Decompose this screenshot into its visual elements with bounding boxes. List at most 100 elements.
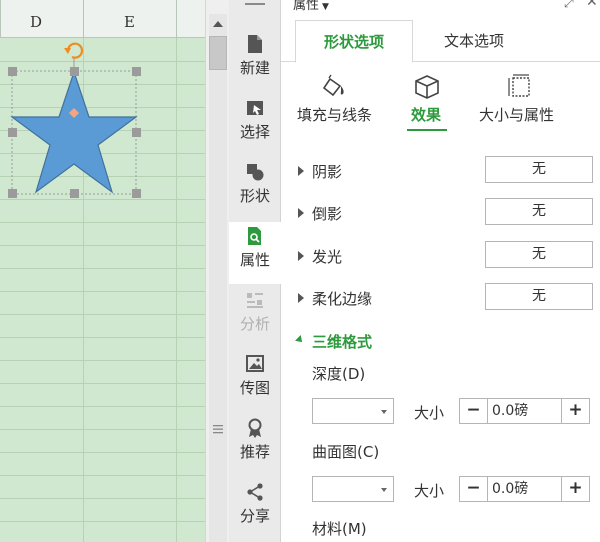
option-tabs: 形状选项 文本选项 <box>281 20 600 63</box>
tool-label: 属性 <box>239 251 270 269</box>
caret-down-icon: ▼ <box>322 2 329 12</box>
bevel-color-dropdown[interactable] <box>312 476 394 502</box>
resize-handle[interactable] <box>132 67 141 76</box>
spreadsheet-area[interactable]: D E <box>0 0 205 542</box>
resize-handle[interactable] <box>8 189 17 198</box>
tool-label: 传图 <box>239 379 270 397</box>
grid-line <box>0 291 205 292</box>
star-shape-selection[interactable] <box>0 38 205 218</box>
subtab-label: 大小与属性 <box>479 106 555 124</box>
effect-label: 阴影 <box>312 163 343 181</box>
tab-shape-options[interactable]: 形状选项 <box>295 20 413 63</box>
expand-arrow-icon[interactable] <box>298 251 304 261</box>
glow-select[interactable]: 无 <box>485 241 593 268</box>
resize-handle[interactable] <box>8 128 17 137</box>
splitter-grip-icon[interactable] <box>210 424 226 438</box>
tool-image[interactable]: 传图 <box>229 350 281 412</box>
effect-row-glow[interactable]: 发光 无 <box>281 241 600 271</box>
tool-new[interactable]: 新建 <box>229 30 281 92</box>
column-separator[interactable] <box>83 0 84 38</box>
tool-select[interactable]: 选择 <box>229 94 281 156</box>
tab-text-options[interactable]: 文本选项 <box>415 20 533 62</box>
expand-arrow-icon[interactable] <box>298 166 304 176</box>
share-icon <box>247 483 263 501</box>
subtab-fill-line[interactable]: 填充与线条 <box>291 62 381 132</box>
tool-label: 分析 <box>239 315 270 333</box>
depth-color-dropdown[interactable] <box>312 398 394 424</box>
increment-button[interactable]: + <box>561 477 589 501</box>
recommend-icon <box>248 418 262 438</box>
depth-size-input[interactable]: 0.0磅 <box>488 399 561 423</box>
grid-line <box>0 245 205 246</box>
bevel-label: 曲面图(C) <box>312 443 380 461</box>
pane-title: 属性 <box>293 0 320 13</box>
cube-icon <box>415 75 439 99</box>
collapse-arrow-icon[interactable] <box>295 335 305 345</box>
section-3d-format[interactable]: 三维格式 <box>281 328 600 352</box>
grid-line <box>0 521 205 522</box>
scroll-up-button[interactable] <box>209 14 227 34</box>
properties-pane: 属性 ▼ ⤢ ✕ 形状选项 文本选项 填充与线条 效果 大小与属性 阴影 无 倒… <box>281 0 600 542</box>
tool-recommend[interactable]: 推荐 <box>229 414 281 476</box>
effect-row-shadow[interactable]: 阴影 无 <box>281 156 600 186</box>
resize-handle[interactable] <box>132 128 141 137</box>
soft-edges-select[interactable]: 无 <box>485 283 593 310</box>
depth-controls: 大小 − 0.0磅 + <box>281 398 600 426</box>
resize-handle[interactable] <box>132 189 141 198</box>
grid-line <box>0 429 205 430</box>
subtab-size-property[interactable]: 大小与属性 <box>473 62 569 132</box>
app-window: D E 新建 选择 形状 属性 分析 传图 推荐 分享 属性 ▼ ⤢ ✕ 形状选… <box>0 0 600 542</box>
subtab-label: 效果 <box>411 106 442 124</box>
effect-row-soft-edges[interactable]: 柔化边缘 无 <box>281 283 600 313</box>
column-label-d[interactable]: D <box>30 13 42 31</box>
grid-line <box>0 498 205 499</box>
material-label: 材料(M) <box>312 520 367 538</box>
rotate-handle-icon[interactable] <box>64 42 84 59</box>
subtab-label: 填充与线条 <box>297 106 373 124</box>
bevel-size-input[interactable]: 0.0磅 <box>488 477 561 501</box>
column-label-e[interactable]: E <box>124 13 135 31</box>
tool-label: 推荐 <box>239 443 270 461</box>
caret-up-icon <box>213 21 223 27</box>
column-separator[interactable] <box>0 0 1 38</box>
scrollbar-thumb[interactable] <box>209 36 227 70</box>
resize-handle[interactable] <box>70 67 79 76</box>
pin-icon[interactable]: ⤢ <box>564 0 574 11</box>
size-label: 大小 <box>414 404 445 422</box>
active-subtab-indicator <box>407 129 447 131</box>
image-icon <box>246 355 264 372</box>
decrement-button[interactable]: − <box>460 399 488 423</box>
expand-arrow-icon[interactable] <box>298 293 304 303</box>
shadow-select[interactable]: 无 <box>485 156 593 183</box>
tool-property[interactable]: 属性 <box>229 222 281 284</box>
increment-button[interactable]: + <box>561 399 589 423</box>
vertical-scrollbar[interactable] <box>205 0 229 542</box>
grid-line <box>0 337 205 338</box>
reflection-select[interactable]: 无 <box>485 198 593 225</box>
expand-arrow-icon[interactable] <box>298 208 304 218</box>
analysis-icon <box>247 293 263 308</box>
scrollbar-track[interactable] <box>209 14 227 542</box>
decrement-button[interactable]: − <box>460 477 488 501</box>
size-label: 大小 <box>414 482 445 500</box>
grid-line <box>0 268 205 269</box>
resize-handle[interactable] <box>8 67 17 76</box>
tool-analysis[interactable]: 分析 <box>229 286 281 348</box>
tool-label: 形状 <box>239 187 270 205</box>
depth-size-stepper: − 0.0磅 + <box>459 398 590 424</box>
star-shape[interactable] <box>10 70 138 194</box>
sub-tabs: 填充与线条 效果 大小与属性 <box>281 62 600 132</box>
resize-handle[interactable] <box>70 189 79 198</box>
pane-title-menu[interactable]: 属性 ▼ <box>293 0 329 13</box>
effect-label: 柔化边缘 <box>312 290 373 308</box>
caret-down-icon <box>381 410 387 414</box>
effect-row-reflection[interactable]: 倒影 无 <box>281 198 600 228</box>
grid-line <box>0 360 205 361</box>
subtab-effect[interactable]: 效果 <box>399 62 455 132</box>
grid-line <box>0 452 205 453</box>
column-separator[interactable] <box>176 0 177 38</box>
size-frame-icon <box>508 74 530 97</box>
tool-share[interactable]: 分享 <box>229 478 281 540</box>
close-icon[interactable]: ✕ <box>586 0 598 10</box>
tool-shape[interactable]: 形状 <box>229 158 281 220</box>
